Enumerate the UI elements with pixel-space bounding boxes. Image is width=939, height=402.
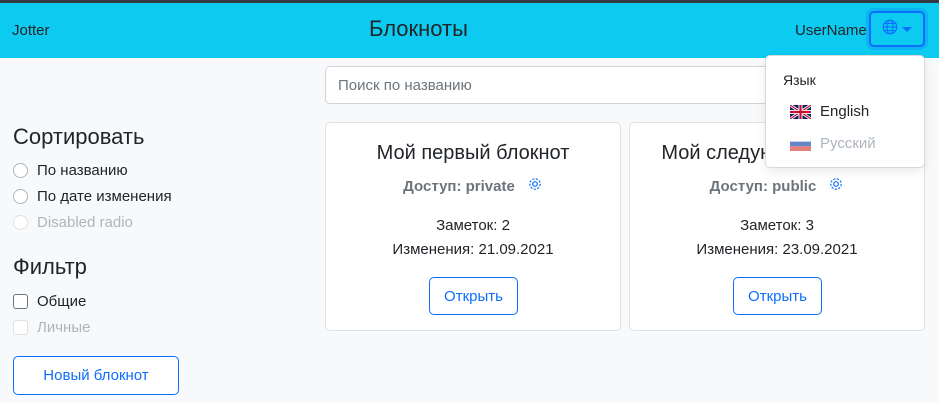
new-notebook-button[interactable]: Новый блокнот [13, 356, 179, 395]
checkbox-label: Общие [37, 293, 87, 310]
radio-label: По дате изменения [37, 188, 172, 205]
radio-label: По названию [37, 162, 128, 179]
sort-heading: Сортировать [13, 124, 145, 149]
sort-by-date-radio[interactable]: По дате изменения [13, 188, 172, 205]
access-label: Доступ: public [709, 177, 817, 195]
changed-date: Изменения: 23.09.2021 [696, 241, 858, 258]
radio-circle [13, 215, 28, 230]
checkbox-label: Личные [37, 319, 91, 336]
notebook-card: Мой первый блокнот Доступ: private Замет… [325, 122, 621, 331]
open-notebook-button[interactable]: Открыть [429, 277, 518, 315]
notes-count: Заметок: 2 [436, 217, 510, 234]
filter-shared-checkbox[interactable]: Общие [13, 293, 86, 310]
language-menu: Язык English Русский [765, 55, 925, 168]
checkbox-box[interactable] [13, 294, 28, 309]
language-menu-header: Язык [783, 72, 816, 88]
radio-circle[interactable] [13, 163, 28, 178]
notebook-title: Мой первый блокнот [376, 142, 570, 164]
filter-personal-checkbox: Личные [13, 319, 90, 336]
sort-by-name-radio[interactable]: По названию [13, 162, 128, 179]
open-notebook-button[interactable]: Открыть [733, 277, 822, 315]
search-input[interactable] [325, 66, 805, 104]
disabled-radio: Disabled radio [13, 214, 133, 231]
language-label: Русский [820, 135, 876, 152]
radio-label: Disabled radio [37, 214, 133, 231]
language-label: English [820, 103, 870, 120]
radio-circle[interactable] [13, 189, 28, 204]
gear-icon[interactable] [828, 176, 844, 196]
language-dropdown-button[interactable] [869, 11, 925, 47]
notes-count: Заметок: 3 [740, 217, 814, 234]
filter-heading: Фильтр [13, 254, 87, 279]
language-item-english[interactable]: English [789, 103, 870, 120]
top-navbar: Jotter Блокноты UserName [0, 3, 939, 58]
gear-icon[interactable] [527, 176, 543, 196]
page-title: Блокноты [369, 16, 468, 41]
uk-flag-icon [789, 103, 812, 120]
notebook-access: Доступ: private [326, 176, 620, 196]
chevron-down-icon [902, 26, 912, 32]
access-label: Доступ: private [403, 177, 515, 195]
changed-date: Изменения: 21.09.2021 [392, 241, 554, 258]
ru-flag-icon [789, 136, 812, 151]
globe-icon [882, 19, 898, 40]
language-item-russian: Русский [789, 135, 876, 152]
brand-link[interactable]: Jotter [12, 22, 50, 39]
checkbox-box [13, 320, 28, 335]
username[interactable]: UserName [795, 22, 867, 39]
notebook-access: Доступ: public [630, 176, 924, 196]
